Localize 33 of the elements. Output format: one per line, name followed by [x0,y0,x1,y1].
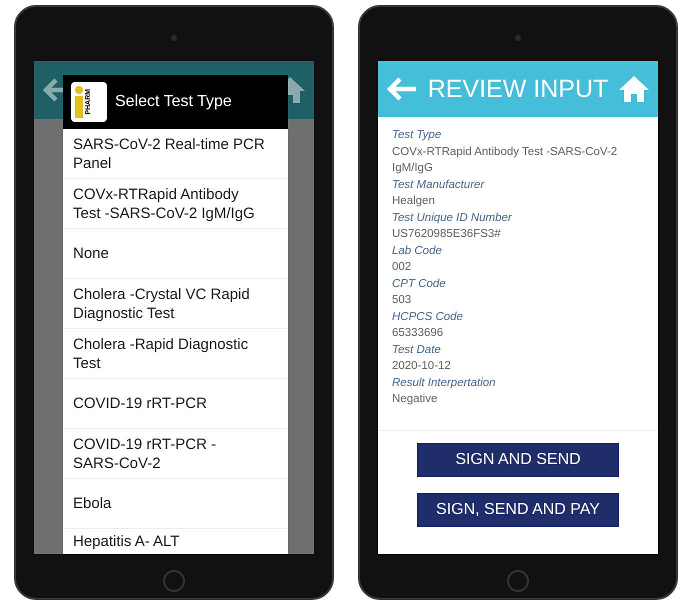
field-label: Lab Code [392,244,443,258]
screen-title: REVIEW INPUT [428,74,608,104]
field-value: 503 [392,293,412,308]
dialog-title: Select Test Type [115,93,232,111]
test-type-option[interactable]: COVID-19 rRT-PCR [63,379,288,429]
test-type-option[interactable]: Cholera -Crystal VC Rapid Diagnostic Test [63,279,288,329]
field-value: US7620985E36FS3# [392,227,502,242]
test-type-option[interactable]: Ebola [63,479,288,529]
home-button[interactable] [507,570,529,592]
field-value: Negative [392,392,438,407]
test-type-option[interactable]: Cholera -Rapid Diagnostic Test [63,329,288,379]
test-type-option[interactable]: None [63,229,288,279]
field-value: 002 [392,260,412,275]
field-label: Test Date [392,342,442,358]
field-label: Test Manufacturer [392,178,486,192]
action-button[interactable]: SIGN AND SEND [417,442,619,476]
camera-icon [171,35,177,41]
test-type-option[interactable]: Hepatitis A- ALT [63,529,288,554]
field-value: Healgen [392,194,436,209]
field-label: CPT Code [392,276,447,292]
field-label: Test Type [392,128,442,143]
field-label: Result Interpertation [392,376,497,390]
action-button[interactable]: SIGN, SEND AND PAY [417,492,619,526]
field-value: COVx-RTRapid Antibody Test -SARS-CoV-2 IgM/IgG [392,144,618,176]
test-type-option[interactable]: SARS-CoV-2 Real-time PCR Panel [63,129,288,179]
test-type-option[interactable]: COVID-19 rRT-PCR - SARS-CoV-2 [63,429,288,479]
home-button[interactable] [163,570,185,592]
field-label: Test Unique ID Number [392,210,513,226]
field-label: HCPCS Code [392,310,464,324]
field-value: 2020-10-12 [392,359,452,374]
camera-icon [515,35,521,41]
field-value: 65333696 [392,326,444,341]
test-type-option[interactable]: COVx-RTRapid Antibody Test -SARS-CoV-2 IgM/IgG [63,179,288,229]
